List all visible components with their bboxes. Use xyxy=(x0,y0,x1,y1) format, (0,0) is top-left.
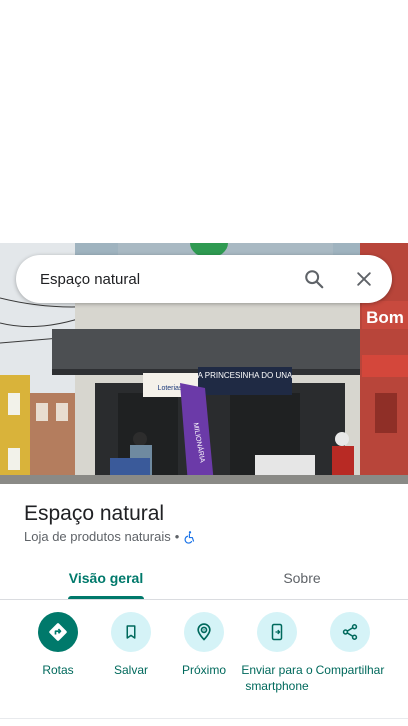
separator-dot: • xyxy=(174,529,180,544)
lottery-sign-text: Loterias xyxy=(158,385,183,392)
nearby-icon xyxy=(197,623,211,641)
share-circle[interactable] xyxy=(330,612,370,652)
directions-button[interactable]: Rotas xyxy=(21,612,95,678)
share-button[interactable]: Compartilhar xyxy=(313,612,387,678)
tab-overview[interactable]: Visão geral xyxy=(46,556,166,600)
save-button[interactable]: Salvar xyxy=(94,612,168,678)
directions-icon xyxy=(49,623,67,641)
action-buttons: Rotas Salvar Próximo Enviar para o smart… xyxy=(0,612,408,712)
close-icon xyxy=(357,272,371,286)
store-sign-text: A PRINCESINHA DO UNA xyxy=(198,371,293,380)
search-query[interactable]: Espaço natural xyxy=(40,271,294,288)
bookmark-icon xyxy=(126,625,136,639)
share-icon xyxy=(342,624,358,640)
map-blank-area xyxy=(0,0,408,243)
search-button[interactable] xyxy=(294,259,334,299)
place-category: Loja de produtos naturais xyxy=(24,529,171,544)
clear-search-button[interactable] xyxy=(344,259,384,299)
bottom-divider xyxy=(0,718,408,719)
directions-circle[interactable] xyxy=(38,612,78,652)
wheelchair-icon xyxy=(184,530,195,544)
send-to-phone-button[interactable]: Enviar para o smartphone xyxy=(240,612,314,694)
save-circle[interactable] xyxy=(111,612,151,652)
nearby-circle[interactable] xyxy=(184,612,224,652)
bank-sign-text: Bom xyxy=(366,308,404,327)
place-subtitle: Loja de produtos naturais • xyxy=(24,529,197,544)
directions-label: Rotas xyxy=(42,663,74,677)
search-icon xyxy=(305,270,324,289)
send-to-phone-icon xyxy=(271,623,283,641)
send-to-phone-label: Enviar para o smartphone xyxy=(241,663,313,693)
tab-bar: Visão geral Sobre xyxy=(0,556,408,600)
send-to-phone-circle[interactable] xyxy=(257,612,297,652)
nearby-label: Próximo xyxy=(181,663,226,677)
search-bar[interactable]: Espaço natural xyxy=(16,255,392,303)
tab-about[interactable]: Sobre xyxy=(242,556,362,600)
place-name: Espaço natural xyxy=(24,502,165,525)
save-label: Salvar xyxy=(113,663,148,677)
active-tab-indicator xyxy=(68,596,144,599)
nearby-button[interactable]: Próximo xyxy=(167,612,241,678)
share-label: Compartilhar xyxy=(315,663,385,677)
